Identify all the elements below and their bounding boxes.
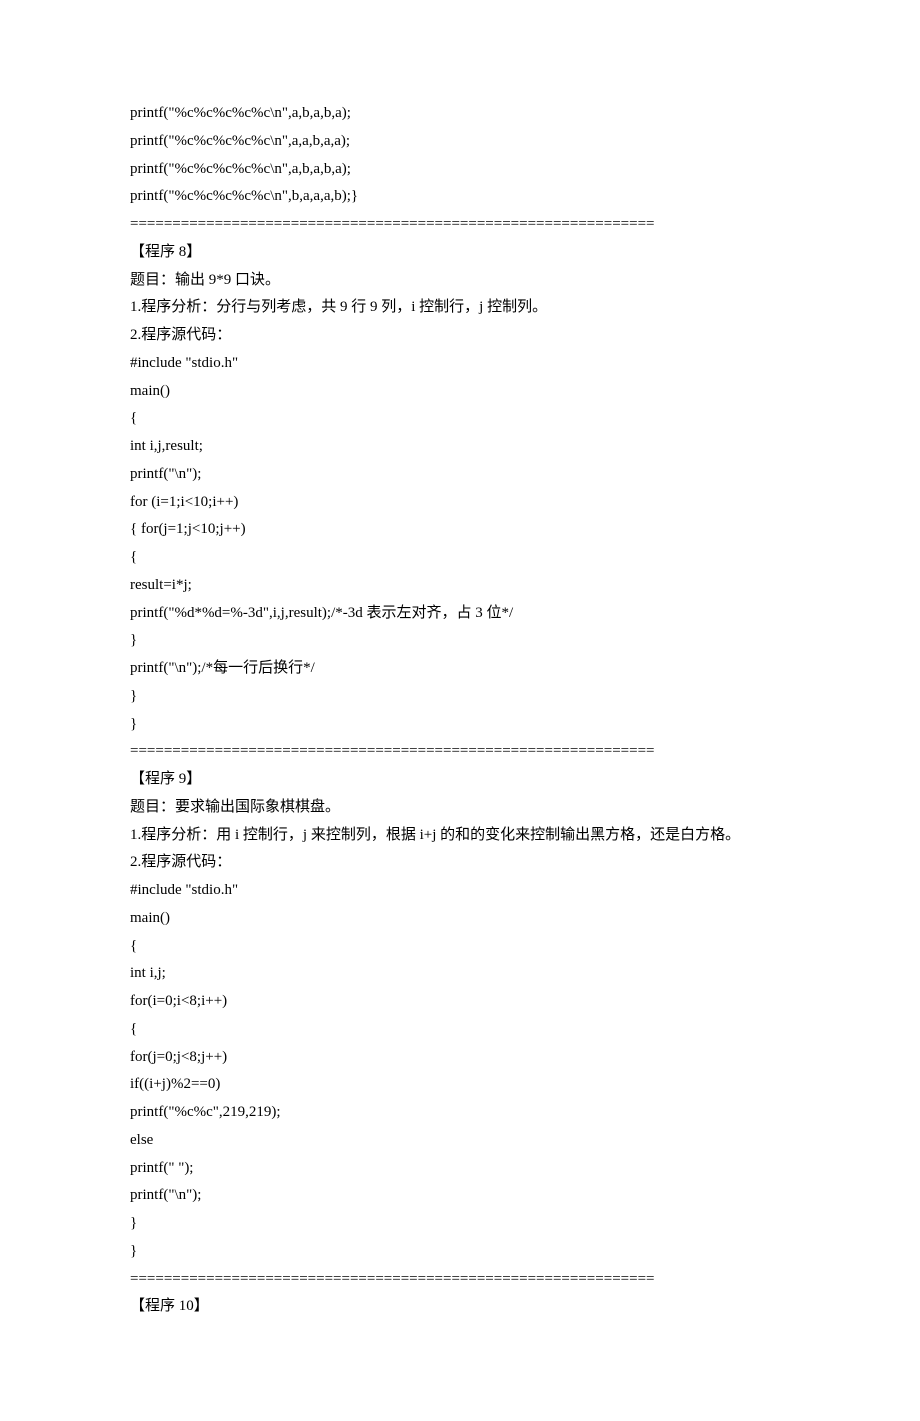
section-heading: 【程序 10】 <box>130 1293 790 1321</box>
code-line: { <box>130 405 790 433</box>
code-line: printf("%c%c",219,219); <box>130 1099 790 1127</box>
topic-line: 题目：输出 9*9 口诀。 <box>130 267 790 295</box>
code-line: for(j=0;j<8;j++) <box>130 1044 790 1072</box>
code-line: printf("\n"); <box>130 1182 790 1210</box>
source-label: 2.程序源代码： <box>130 849 790 877</box>
code-line: printf("%c%c%c%c%c\n",a,b,a,b,a); <box>130 100 790 128</box>
code-line: printf("%c%c%c%c%c\n",a,a,b,a,a); <box>130 128 790 156</box>
analysis-line: 1.程序分析：用 i 控制行，j 来控制列，根据 i+j 的和的变化来控制输出黑… <box>130 822 790 850</box>
topic-line: 题目：要求输出国际象棋棋盘。 <box>130 794 790 822</box>
code-line: for(i=0;i<8;i++) <box>130 988 790 1016</box>
separator-line: ========================================… <box>130 1266 790 1294</box>
code-line: main() <box>130 905 790 933</box>
code-line: { for(j=1;j<10;j++) <box>130 516 790 544</box>
code-line: { <box>130 933 790 961</box>
code-line: { <box>130 544 790 572</box>
separator-line: ========================================… <box>130 211 790 239</box>
code-line: } <box>130 627 790 655</box>
code-line: } <box>130 1210 790 1238</box>
code-line: } <box>130 711 790 739</box>
code-line: { <box>130 1016 790 1044</box>
separator-line: ========================================… <box>130 738 790 766</box>
code-line: printf("\n");/*每一行后换行*/ <box>130 655 790 683</box>
code-line: result=i*j; <box>130 572 790 600</box>
code-line: } <box>130 1238 790 1266</box>
code-line: printf("%c%c%c%c%c\n",b,a,a,a,b);} <box>130 183 790 211</box>
code-line: #include "stdio.h" <box>130 877 790 905</box>
code-line: printf(" "); <box>130 1155 790 1183</box>
analysis-line: 1.程序分析：分行与列考虑，共 9 行 9 列，i 控制行，j 控制列。 <box>130 294 790 322</box>
document-page: printf("%c%c%c%c%c\n",a,b,a,b,a); printf… <box>0 0 920 1421</box>
section-heading: 【程序 8】 <box>130 239 790 267</box>
section-heading: 【程序 9】 <box>130 766 790 794</box>
code-line: #include "stdio.h" <box>130 350 790 378</box>
code-line: for (i=1;i<10;i++) <box>130 489 790 517</box>
code-line: printf("%d*%d=%-3d",i,j,result);/*-3d 表示… <box>130 600 790 628</box>
code-line: int i,j; <box>130 960 790 988</box>
code-line: printf("%c%c%c%c%c\n",a,b,a,b,a); <box>130 156 790 184</box>
source-label: 2.程序源代码： <box>130 322 790 350</box>
code-line: else <box>130 1127 790 1155</box>
code-line: int i,j,result; <box>130 433 790 461</box>
code-line: main() <box>130 378 790 406</box>
code-line: } <box>130 683 790 711</box>
code-line: printf("\n"); <box>130 461 790 489</box>
code-line: if((i+j)%2==0) <box>130 1071 790 1099</box>
